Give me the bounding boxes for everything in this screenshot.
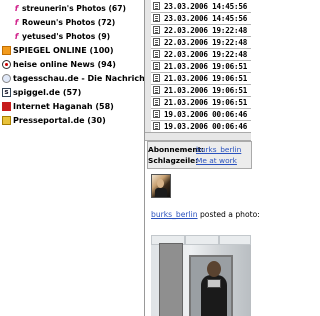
tagesschau-icon	[2, 73, 11, 83]
article-date: 23.03.2006 14:45:56	[164, 1, 248, 11]
feed-item[interactable]: f yetused's Photos (9)	[12, 29, 110, 43]
feed-label: tagesschau.de - Die Nachrichten	[13, 73, 144, 83]
document-icon	[153, 110, 160, 118]
document-icon	[153, 2, 160, 10]
feed-item[interactable]: f Roweun's Photos (72)	[12, 15, 116, 29]
post-user-link[interactable]: burks_berlin	[151, 210, 198, 219]
document-icon	[153, 50, 160, 58]
document-icon	[153, 74, 160, 82]
feed-item[interactable]: s spiggel.de (57)	[2, 85, 81, 99]
feed-label: heise online News (94)	[13, 59, 116, 69]
article-date: 19.03.2006 00:06:46	[164, 109, 248, 119]
flickr-icon: f	[14, 3, 19, 13]
feed-item[interactable]: Internet Haganah (58)	[2, 99, 114, 113]
spiggel-icon: s	[2, 87, 11, 97]
article-date: 21.03.2006 19:06:51	[164, 73, 248, 83]
feed-label: streunerin's Photos (67)	[22, 3, 126, 13]
feed-item[interactable]: SPIEGEL ONLINE (100)	[2, 43, 114, 57]
document-icon	[153, 98, 160, 106]
flickr-icon: f	[14, 31, 19, 41]
feed-label: yetused's Photos (9)	[22, 31, 111, 41]
article-date: 21.03.2006 19:06:51	[164, 97, 248, 107]
horizontal-scrollbar[interactable]	[145, 132, 251, 141]
document-icon	[153, 86, 160, 94]
presseportal-icon	[2, 115, 11, 125]
feed-item[interactable]: f streunerin's Photos (67)	[12, 1, 126, 15]
haganah-icon	[2, 101, 11, 111]
feed-label: spiggel.de (57)	[13, 87, 82, 97]
feed-label: Roweun's Photos (72)	[22, 17, 116, 27]
subscription-row: Abonnement: burks_berlin	[148, 144, 241, 155]
post-line: burks_berlin posted a photo:	[151, 210, 260, 219]
document-icon	[153, 38, 160, 46]
heise-icon	[2, 59, 11, 69]
flickr-icon: f	[14, 17, 19, 27]
article-date: 22.03.2006 19:22:48	[164, 25, 248, 35]
photo-camera	[207, 279, 221, 288]
feed-item[interactable]: Presseportal.de (30)	[2, 113, 106, 127]
avatar[interactable]	[151, 174, 171, 198]
feed-label: SPIEGEL ONLINE (100)	[13, 45, 114, 55]
article-meta-box: Abonnement: burks_berlin Schlagzeile: Me…	[147, 141, 252, 169]
article-date: 21.03.2006 19:06:51	[164, 61, 248, 71]
wall-tile	[219, 235, 251, 245]
article-date: 22.03.2006 19:22:48	[164, 37, 248, 47]
feed-item[interactable]: tagesschau.de - Die Nachrichten	[2, 71, 144, 85]
posted-photo[interactable]	[151, 235, 251, 316]
photo-door	[159, 243, 183, 316]
feed-icon	[2, 45, 11, 55]
feed-list-panel: f streunerin's Photos (67) f Roweun's Photo…	[0, 0, 144, 316]
feed-label: Internet Haganah (58)	[13, 101, 114, 111]
feed-label: Presseportal.de (30)	[13, 115, 106, 125]
article-pane: 23.03.2006 14:45:56 23.03.2006 14:45:56 22…	[144, 0, 260, 316]
document-icon	[153, 122, 160, 130]
wall-tile	[185, 235, 219, 245]
headline-link[interactable]: Me at work	[196, 156, 237, 165]
headline-row: Schlagzeile: Me at work	[148, 155, 237, 166]
article-date: 21.03.2006 19:06:51	[164, 85, 248, 95]
article-date-list: 23.03.2006 14:45:56 23.03.2006 14:45:56 22…	[151, 0, 251, 133]
article-date: 23.03.2006 14:45:56	[164, 13, 248, 23]
post-text: posted a photo:	[197, 210, 260, 219]
subscription-label: Abonnement:	[148, 145, 205, 154]
article-date: 19.03.2006 00:06:46	[164, 121, 248, 131]
photo-person-head	[207, 261, 221, 277]
headline-label: Schlagzeile:	[148, 156, 199, 165]
subscription-link[interactable]: burks_berlin	[196, 145, 241, 154]
document-icon	[153, 62, 160, 70]
article-date: 22.03.2006 19:22:48	[164, 49, 248, 59]
document-icon	[153, 14, 160, 22]
feed-item[interactable]: heise online News (94)	[2, 57, 116, 71]
document-icon	[153, 26, 160, 34]
